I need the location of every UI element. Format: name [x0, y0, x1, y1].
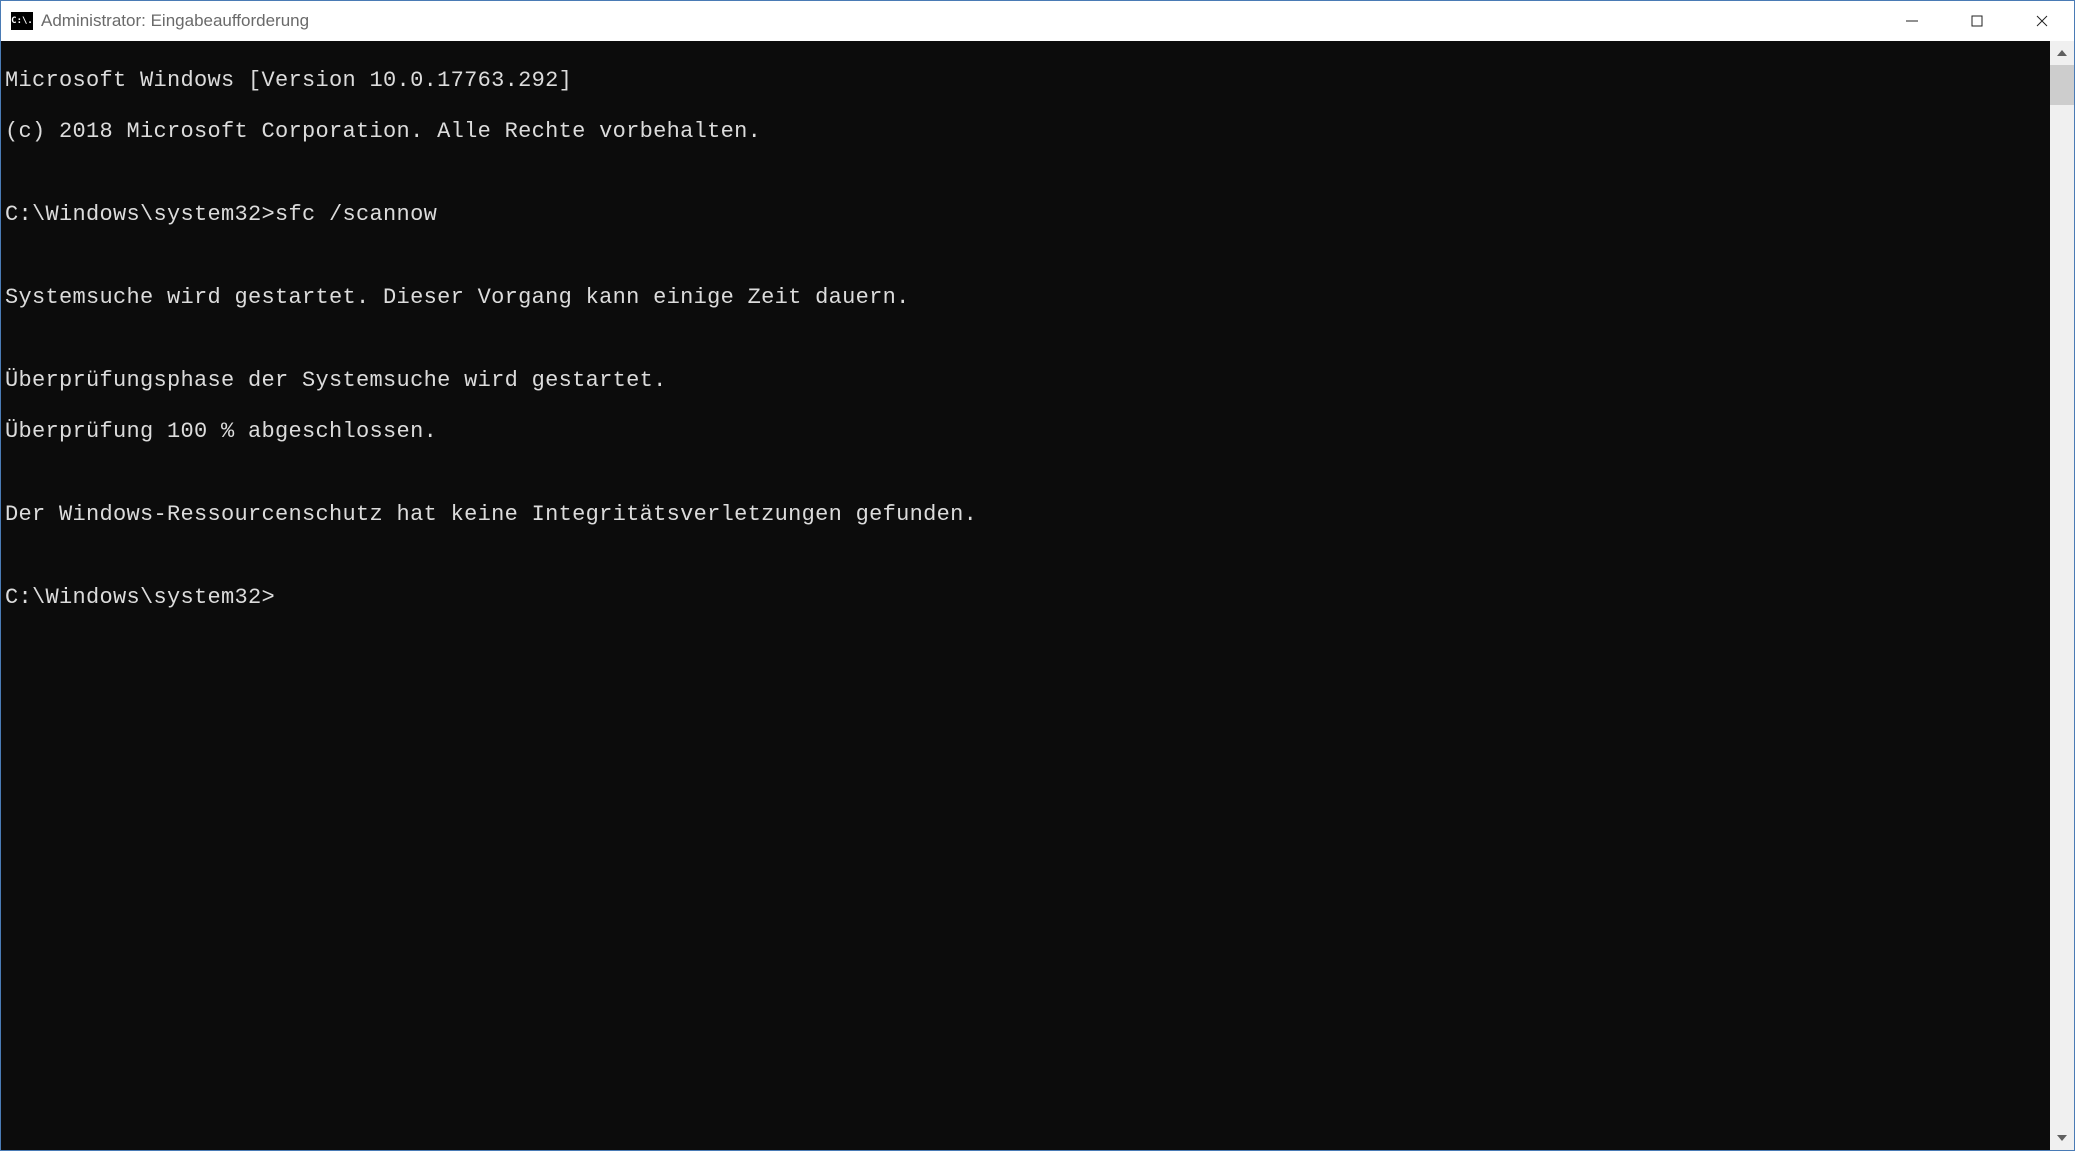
- window-title: Administrator: Eingabeaufforderung: [41, 11, 309, 31]
- terminal-line: Systemsuche wird gestartet. Dieser Vorga…: [5, 285, 2046, 310]
- terminal-line: Der Windows-Ressourcenschutz hat keine I…: [5, 502, 2046, 527]
- terminal-line: Überprüfung 100 % abgeschlossen.: [5, 419, 2046, 444]
- terminal-output[interactable]: Microsoft Windows [Version 10.0.17763.29…: [1, 41, 2050, 1150]
- cmd-icon: C:\.: [11, 12, 33, 30]
- vertical-scrollbar[interactable]: [2050, 41, 2074, 1150]
- minimize-icon: [1905, 14, 1919, 28]
- cmd-icon-text: C:\.: [11, 16, 33, 26]
- window-controls: [1879, 1, 2074, 41]
- scroll-down-button[interactable]: [2050, 1126, 2074, 1150]
- terminal-line: C:\Windows\system32>sfc /scannow: [5, 202, 2046, 227]
- scroll-up-button[interactable]: [2050, 41, 2074, 65]
- chevron-up-icon: [2057, 50, 2067, 56]
- terminal-line: Überprüfungsphase der Systemsuche wird g…: [5, 368, 2046, 393]
- close-button[interactable]: [2009, 1, 2074, 41]
- terminal-line: Microsoft Windows [Version 10.0.17763.29…: [5, 68, 2046, 93]
- scroll-thumb[interactable]: [2050, 65, 2074, 105]
- maximize-button[interactable]: [1944, 1, 2009, 41]
- command-prompt-window: C:\. Administrator: Eingabeaufforderung …: [0, 0, 2075, 1151]
- scroll-track[interactable]: [2050, 65, 2074, 1126]
- maximize-icon: [1970, 14, 1984, 28]
- minimize-button[interactable]: [1879, 1, 1944, 41]
- terminal-prompt-line: C:\Windows\system32>: [5, 585, 2046, 610]
- chevron-down-icon: [2057, 1135, 2067, 1141]
- terminal-line: (c) 2018 Microsoft Corporation. Alle Rec…: [5, 119, 2046, 144]
- terminal-container: Microsoft Windows [Version 10.0.17763.29…: [1, 41, 2074, 1150]
- close-icon: [2035, 14, 2049, 28]
- titlebar[interactable]: C:\. Administrator: Eingabeaufforderung: [1, 1, 2074, 41]
